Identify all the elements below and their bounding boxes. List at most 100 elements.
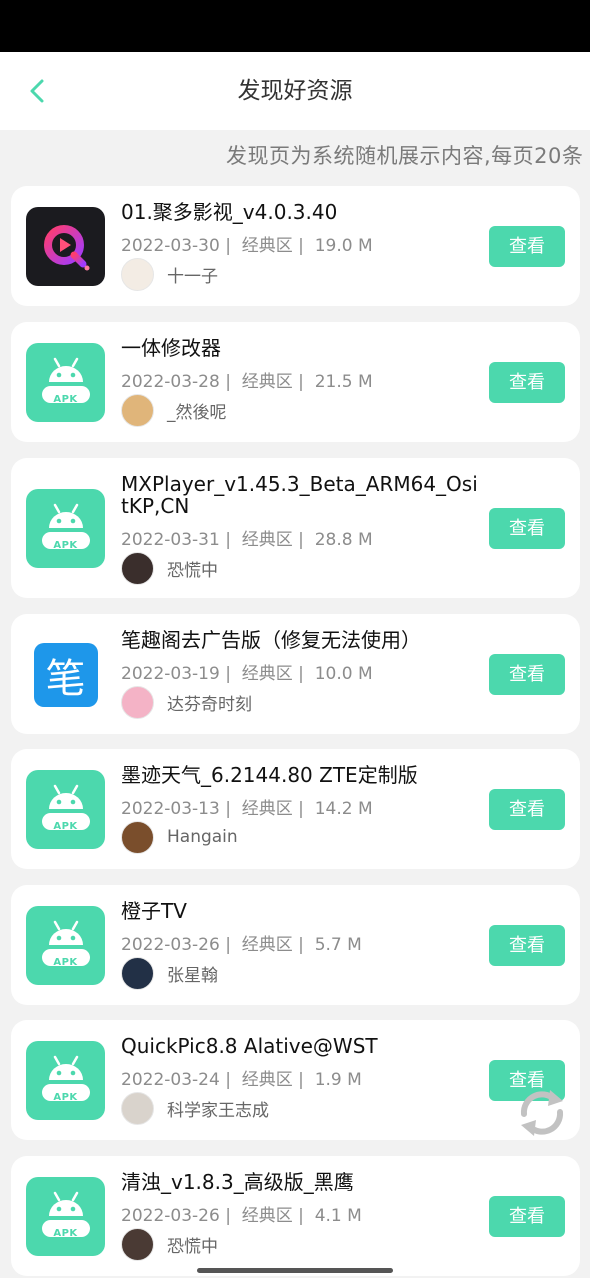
- avatar: [121, 685, 154, 719]
- meta-separator: |: [292, 935, 315, 955]
- view-button[interactable]: 查看: [489, 508, 565, 549]
- apk-label: APK: [53, 1228, 78, 1239]
- file-meta: 2022-03-28 | 经典区 | 21.5 M: [121, 367, 373, 392]
- resource-card[interactable]: APK 清浊_v1.8.3_高级版_黑鹰 2022-03-26 | 经典区 | 4.…: [11, 1156, 580, 1276]
- uploader-name: 科学家王志成: [167, 1100, 269, 1121]
- meta-separator: |: [219, 1070, 242, 1090]
- zone-label: 经典区: [241, 530, 293, 550]
- resource-card[interactable]: APK 一体修改器 2022-03-28 | 经典区 | 21.5 M _然後呢 查看: [11, 322, 580, 442]
- app-name: 笔趣阁去广告版（修复无法使用）: [121, 628, 421, 652]
- apk-android-icon: APK: [26, 489, 105, 568]
- avatar: [121, 393, 154, 427]
- file-size: 19.0 M: [314, 236, 373, 256]
- zone-label: 经典区: [241, 372, 293, 392]
- apk-label: APK: [53, 394, 78, 405]
- file-size: 10.0 M: [314, 664, 373, 684]
- file-meta: 2022-03-26 | 经典区 | 5.7 M: [121, 930, 362, 955]
- meta-separator: |: [219, 935, 242, 955]
- file-meta: 2022-03-30 | 经典区 | 19.0 M: [121, 231, 373, 256]
- apk-android-icon: APK: [26, 906, 105, 985]
- uploader-name: _然後呢: [167, 402, 227, 423]
- zone-label: 经典区: [241, 799, 293, 819]
- uploader[interactable]: 科学家王志成: [121, 1091, 269, 1125]
- zone-label: 经典区: [241, 1070, 293, 1090]
- uploader-name: 张星翰: [167, 965, 218, 986]
- zone-label: 经典区: [241, 236, 293, 256]
- file-meta: 2022-03-31 | 经典区 | 28.8 M: [121, 525, 373, 550]
- apk-android-icon: APK: [26, 343, 105, 422]
- uploader-name: 恐慌中: [167, 1236, 218, 1257]
- apk-android-icon: APK: [26, 1041, 105, 1120]
- uploader[interactable]: 恐慌中: [121, 551, 218, 585]
- file-meta: 2022-03-26 | 经典区 | 4.1 M: [121, 1201, 362, 1226]
- upload-date: 2022-03-26: [121, 1206, 220, 1226]
- meta-separator: |: [219, 1206, 242, 1226]
- home-indicator: [197, 1268, 393, 1273]
- resource-card[interactable]: 笔笔趣阁去广告版（修复无法使用） 2022-03-19 | 经典区 | 10.0 …: [11, 614, 580, 734]
- apk-android-icon: APK: [26, 1177, 105, 1256]
- app-name: 橙子TV: [121, 899, 187, 923]
- view-button[interactable]: 查看: [489, 1196, 565, 1237]
- uploader[interactable]: Hangain: [121, 820, 238, 854]
- uploader-name: 达芬奇时刻: [167, 694, 252, 715]
- uploader[interactable]: 达芬奇时刻: [121, 685, 252, 719]
- file-size: 28.8 M: [314, 530, 373, 550]
- view-button[interactable]: 查看: [489, 226, 565, 267]
- meta-separator: |: [292, 372, 315, 392]
- file-meta: 2022-03-13 | 经典区 | 14.2 M: [121, 794, 373, 819]
- avatar: [121, 820, 154, 854]
- upload-date: 2022-03-26: [121, 935, 220, 955]
- view-button[interactable]: 查看: [489, 789, 565, 830]
- uploader[interactable]: _然後呢: [121, 393, 227, 427]
- resource-card[interactable]: APK QuickPic8.8 Alative@WST 2022-03-24 | 经…: [11, 1020, 580, 1140]
- uploader[interactable]: 恐慌中: [121, 1227, 218, 1261]
- meta-separator: |: [219, 236, 242, 256]
- zone-label: 经典区: [241, 935, 293, 955]
- avatar: [121, 551, 154, 585]
- refresh-icon[interactable]: [514, 1084, 570, 1142]
- avatar: [121, 1091, 154, 1125]
- meta-separator: |: [292, 799, 315, 819]
- app-name: 墨迹天气_6.2144.80 ZTE定制版: [121, 763, 418, 787]
- status-bar: [0, 0, 590, 52]
- meta-separator: |: [219, 664, 242, 684]
- upload-date: 2022-03-28: [121, 372, 220, 392]
- resource-card[interactable]: APK MXPlayer_v1.45.3_Beta_ARM64_OsitKP,CN…: [11, 458, 580, 598]
- top-nav-bar: 发现好资源: [0, 52, 590, 130]
- meta-separator: |: [219, 530, 242, 550]
- notice-text: 发现页为系统随机展示内容,每页20条: [226, 144, 584, 168]
- avatar: [121, 956, 154, 990]
- meta-separator: |: [292, 664, 315, 684]
- view-button[interactable]: 查看: [489, 654, 565, 695]
- view-button[interactable]: 查看: [489, 925, 565, 966]
- avatar: [121, 257, 154, 291]
- page-title: 发现好资源: [237, 78, 353, 104]
- uploader-name: 恐慌中: [167, 560, 218, 581]
- zone-label: 经典区: [241, 1206, 293, 1226]
- resource-card[interactable]: APK 橙子TV 2022-03-26 | 经典区 | 5.7 M 张星翰 查看: [11, 885, 580, 1005]
- resource-card[interactable]: 01.聚多影视_v4.0.3.40 2022-03-30 | 经典区 | 19.0…: [11, 186, 580, 306]
- file-size: 21.5 M: [314, 372, 373, 392]
- uploader[interactable]: 十一子: [121, 257, 218, 291]
- app-name: MXPlayer_v1.45.3_Beta_ARM64_OsitKP,CN: [121, 472, 478, 518]
- upload-date: 2022-03-13: [121, 799, 220, 819]
- meta-separator: |: [219, 372, 242, 392]
- meta-separator: |: [219, 799, 242, 819]
- app-name: QuickPic8.8 Alative@WST: [121, 1034, 378, 1058]
- file-size: 14.2 M: [314, 799, 373, 819]
- app-name: 01.聚多影视_v4.0.3.40: [121, 200, 338, 224]
- uploader-name: 十一子: [167, 266, 218, 287]
- app-name: 一体修改器: [121, 336, 221, 360]
- jutuo-video-app-icon: [26, 207, 105, 286]
- resource-card[interactable]: APK 墨迹天气_6.2144.80 ZTE定制版 2022-03-13 | 经典区…: [11, 749, 580, 869]
- file-size: 1.9 M: [314, 1070, 362, 1090]
- zone-label: 经典区: [241, 664, 293, 684]
- file-size: 4.1 M: [314, 1206, 362, 1226]
- apk-android-icon: APK: [26, 770, 105, 849]
- file-meta: 2022-03-19 | 经典区 | 10.0 M: [121, 659, 373, 684]
- uploader-name: Hangain: [167, 827, 238, 847]
- file-size: 5.7 M: [314, 935, 362, 955]
- uploader[interactable]: 张星翰: [121, 956, 218, 990]
- view-button[interactable]: 查看: [489, 362, 565, 403]
- apk-label: APK: [53, 957, 78, 968]
